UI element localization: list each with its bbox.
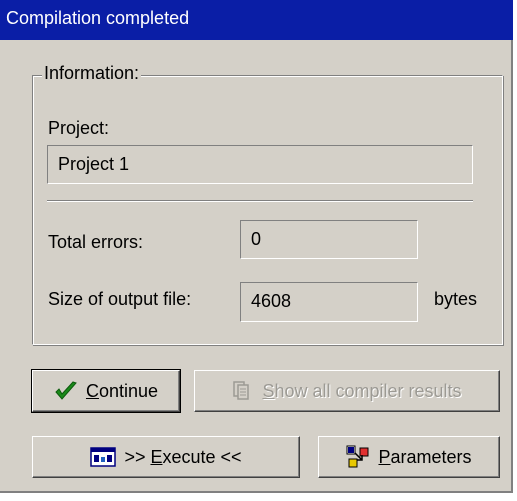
parameters-label: Parameters [378,446,472,467]
continue-button[interactable]: Continue [31,369,181,413]
total-errors-field: 0 [240,220,418,259]
output-size-unit: bytes [434,289,478,309]
run-window-icon [90,447,117,467]
title-bar[interactable]: Compilation completed [0,0,513,40]
project-field: Project 1 [47,145,473,184]
total-errors-value: 0 [251,229,262,249]
info-divider [47,200,473,202]
continue-label: Continue [85,380,159,401]
total-errors-label: Total errors: [48,232,144,252]
information-legend: Information: [42,63,142,84]
project-value: Project 1 [58,154,130,174]
output-size-label: Size of output file: [48,289,192,309]
show-all-results-label: Show all compiler results [262,380,462,401]
window-title: Compilation completed [6,8,190,28]
show-all-results-button[interactable]: Show all compiler results [194,370,500,412]
parameters-icon [346,445,370,469]
parameters-button[interactable]: Parameters [318,436,500,478]
document-stack-icon [232,380,254,402]
checkmark-icon [54,380,78,402]
output-size-value: 4608 [251,291,292,311]
project-label: Project: [48,118,110,138]
execute-button[interactable]: >> Execute << [32,436,300,478]
output-size-field: 4608 [240,282,418,322]
execute-label: >> Execute << [124,446,242,467]
compilation-dialog: Compilation completed Information: Proje… [0,0,513,493]
